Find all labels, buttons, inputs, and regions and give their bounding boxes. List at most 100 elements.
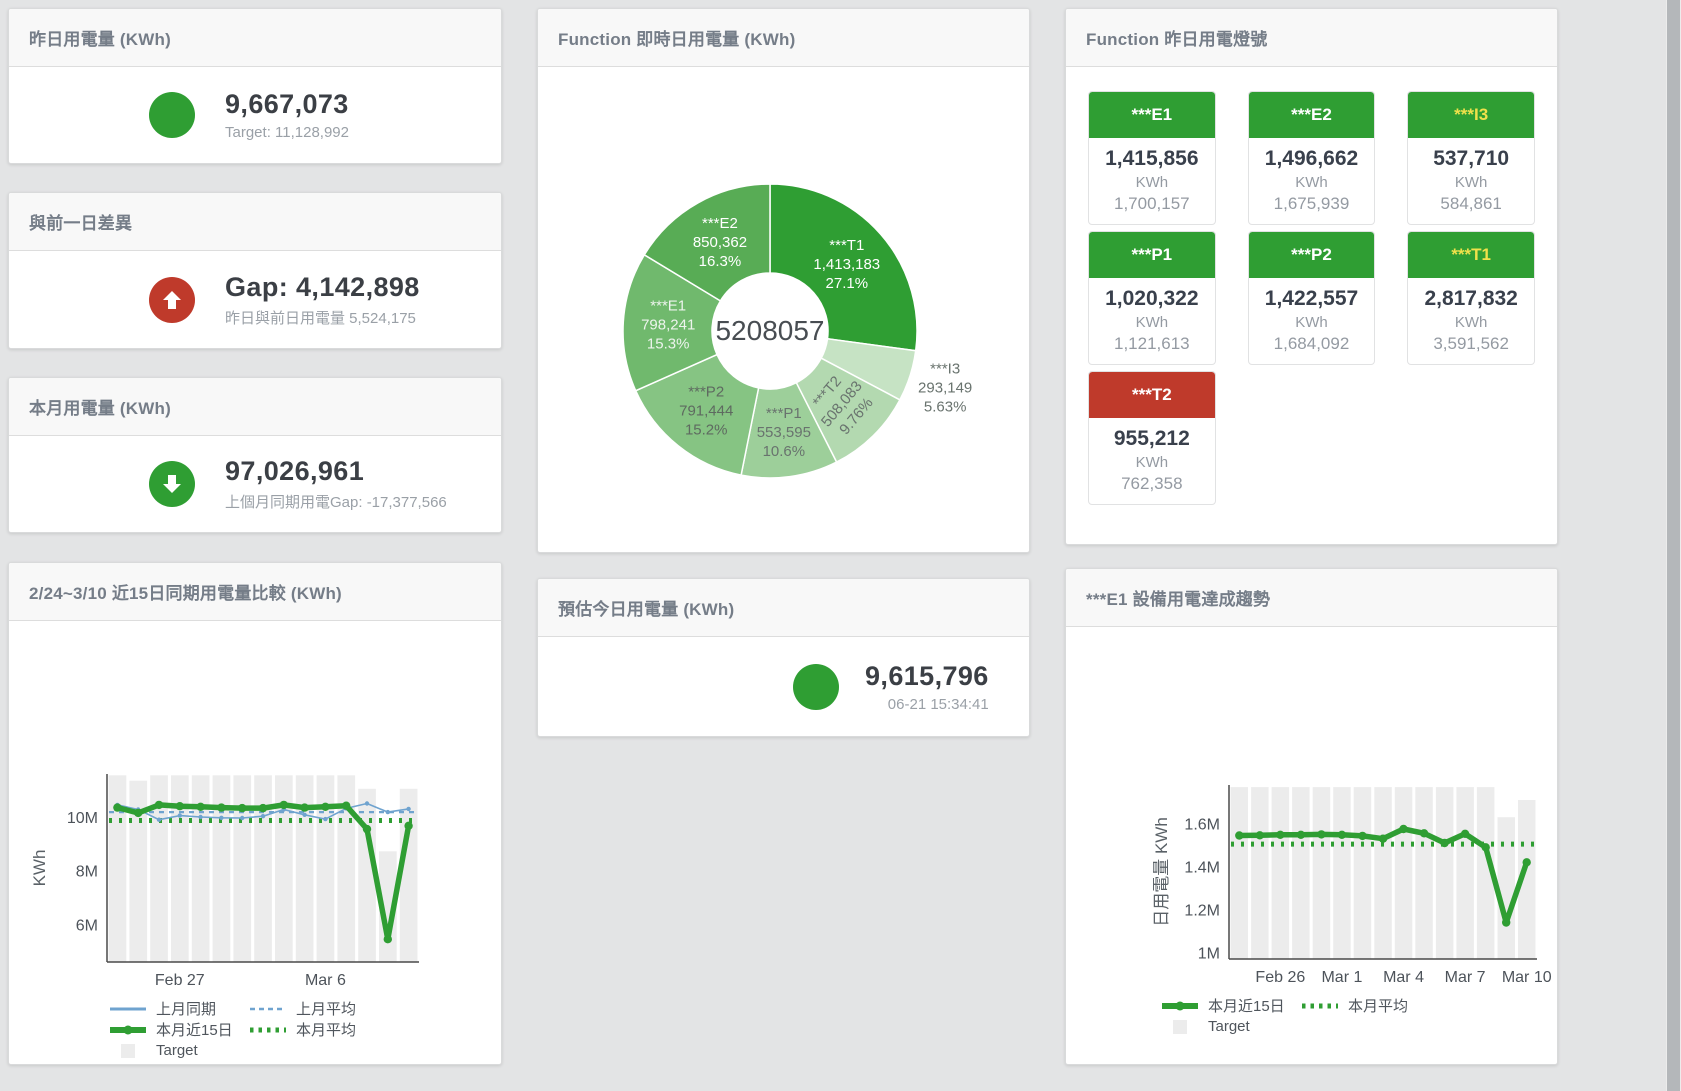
thick-line-icon bbox=[109, 1023, 147, 1037]
series-point[interactable] bbox=[1523, 858, 1531, 866]
series-point[interactable] bbox=[176, 802, 184, 810]
series-point[interactable] bbox=[1317, 830, 1325, 838]
series-point[interactable] bbox=[1235, 831, 1243, 839]
panel-compare-chart: 2/24~3/10 近15日同期用電量比較 (KWh) 6M8M10MFeb 2… bbox=[8, 562, 502, 1065]
stat-body: Gap: 4,142,898 昨日與前日用電量 5,524,175 bbox=[9, 251, 501, 348]
series-point[interactable] bbox=[178, 813, 182, 817]
legend-label: 本月平均 bbox=[1348, 995, 1408, 1016]
series-point[interactable] bbox=[1358, 832, 1366, 840]
series-point[interactable] bbox=[1276, 831, 1284, 839]
series-point[interactable] bbox=[238, 804, 246, 812]
series-point[interactable] bbox=[302, 813, 306, 817]
panel-title[interactable]: 2/24~3/10 近15日同期用電量比較 (KWh) bbox=[29, 579, 342, 604]
target-bar bbox=[1498, 817, 1516, 959]
target-bar bbox=[1313, 787, 1331, 959]
status-circle-red bbox=[149, 277, 195, 323]
target-bar bbox=[1456, 787, 1474, 959]
target-bar bbox=[1251, 787, 1269, 959]
legend-item[interactable]: 上月同期 bbox=[109, 998, 249, 1019]
legend-item[interactable]: 本月近15日 bbox=[1161, 995, 1301, 1016]
panel-title[interactable]: 本月用電量 (KWh) bbox=[29, 394, 171, 419]
series-point[interactable] bbox=[198, 815, 202, 819]
legend-item[interactable]: Target bbox=[1161, 1018, 1301, 1035]
stat-value: 97,026,961 bbox=[225, 456, 447, 487]
panel-header: 本月用電量 (KWh) bbox=[9, 378, 501, 436]
legend-item[interactable]: 上月平均 bbox=[249, 998, 389, 1019]
legend-label: 本月近15日 bbox=[156, 1019, 233, 1040]
series-point[interactable] bbox=[386, 810, 390, 814]
series-point[interactable] bbox=[157, 818, 161, 822]
series-point[interactable] bbox=[1440, 839, 1448, 847]
tile-body: 1,496,662KWh1,675,939 bbox=[1249, 138, 1375, 224]
legend-item[interactable]: Target bbox=[109, 1042, 249, 1059]
series-point[interactable] bbox=[300, 803, 308, 811]
legend-label: Target bbox=[156, 1042, 198, 1059]
series-point[interactable] bbox=[261, 814, 265, 818]
series-point[interactable] bbox=[1482, 843, 1490, 851]
legend-item[interactable]: 本月近15日 bbox=[109, 1019, 249, 1040]
stat-value: 9,667,073 bbox=[225, 89, 349, 120]
series-point[interactable] bbox=[1420, 829, 1428, 837]
series-point[interactable] bbox=[342, 802, 350, 810]
target-bar bbox=[233, 775, 251, 962]
series-point[interactable] bbox=[134, 809, 142, 817]
series-point[interactable] bbox=[323, 817, 327, 821]
series-point[interactable] bbox=[1399, 825, 1407, 833]
donut-center-total: 5208057 bbox=[715, 315, 824, 346]
panel-header: Function 即時日用電量 (KWh) bbox=[538, 9, 1029, 67]
panel-title[interactable]: ***E1 設備用電達成趨勢 bbox=[1086, 585, 1270, 610]
series-point[interactable] bbox=[404, 822, 412, 830]
series-point[interactable] bbox=[155, 801, 163, 809]
series-point[interactable] bbox=[1297, 831, 1305, 839]
series-point[interactable] bbox=[113, 803, 121, 811]
legend-item[interactable]: 本月平均 bbox=[1301, 995, 1441, 1016]
series-point[interactable] bbox=[321, 803, 329, 811]
y-tick-label: 1.6M bbox=[1184, 817, 1220, 834]
y-axis-label: KWh bbox=[30, 850, 49, 887]
series-point[interactable] bbox=[1502, 918, 1510, 926]
target-bar bbox=[1231, 787, 1249, 959]
series-point[interactable] bbox=[280, 801, 288, 809]
trend-chart-svg: 1M1.2M1.4M1.6MFeb 26Mar 1Mar 4Mar 7Mar 1… bbox=[1069, 777, 1557, 993]
panel-title[interactable]: Function 即時日用電量 (KWh) bbox=[558, 25, 795, 50]
series-point[interactable] bbox=[1379, 835, 1387, 843]
series-point[interactable] bbox=[1461, 830, 1469, 838]
tile-target-value: 584,861 bbox=[1412, 194, 1530, 214]
tile-unit: KWh bbox=[1093, 174, 1211, 191]
tile-body: 2,817,832KWh3,591,562 bbox=[1408, 278, 1534, 364]
panel-title[interactable]: 預估今日用電量 (KWh) bbox=[558, 595, 734, 620]
stat-body: 9,667,073 Target: 11,128,992 bbox=[9, 67, 501, 163]
panel-title[interactable]: 昨日用電量 (KWh) bbox=[29, 25, 171, 50]
thick-line-icon bbox=[1161, 999, 1199, 1013]
tile-unit: KWh bbox=[1253, 314, 1371, 331]
tile-unit: KWh bbox=[1253, 174, 1371, 191]
target-bar bbox=[1272, 787, 1290, 959]
stat-text: 97,026,961 上個月同期用電Gap: -17,377,566 bbox=[225, 456, 447, 512]
series-point[interactable] bbox=[406, 807, 410, 811]
panel-yesterday-lights: Function 昨日用電燈號 ***E11,415,856KWh1,700,1… bbox=[1065, 8, 1558, 545]
series-point[interactable] bbox=[196, 803, 204, 811]
tile-header: ***I3 bbox=[1408, 92, 1534, 138]
lights-grid: ***E11,415,856KWh1,700,157***E21,496,662… bbox=[1066, 67, 1557, 529]
tile-value: 1,496,662 bbox=[1253, 147, 1371, 171]
tile-value: 537,710 bbox=[1412, 147, 1530, 171]
series-point[interactable] bbox=[363, 825, 371, 833]
series-point[interactable] bbox=[365, 801, 369, 805]
panel-title[interactable]: 與前一日差異 bbox=[29, 209, 132, 234]
series-point[interactable] bbox=[259, 804, 267, 812]
tile-body: 1,422,557KWh1,684,092 bbox=[1249, 278, 1375, 364]
series-point[interactable] bbox=[384, 935, 392, 943]
series-point[interactable] bbox=[219, 816, 223, 820]
legend-item[interactable]: 本月平均 bbox=[249, 1019, 389, 1040]
scrollbar-thumb[interactable] bbox=[1667, 0, 1680, 1091]
legend-row: 上月同期上月平均 bbox=[109, 998, 501, 1019]
status-circle-green bbox=[793, 664, 839, 710]
series-point[interactable] bbox=[1256, 831, 1264, 839]
panel-title[interactable]: Function 昨日用電燈號 bbox=[1086, 25, 1267, 50]
tile-header: ***P2 bbox=[1249, 232, 1375, 278]
panel-header: 與前一日差異 bbox=[9, 193, 501, 251]
series-point[interactable] bbox=[1338, 831, 1346, 839]
series-point[interactable] bbox=[217, 803, 225, 811]
panel-header: 預估今日用電量 (KWh) bbox=[538, 579, 1029, 637]
series-point[interactable] bbox=[240, 816, 244, 820]
